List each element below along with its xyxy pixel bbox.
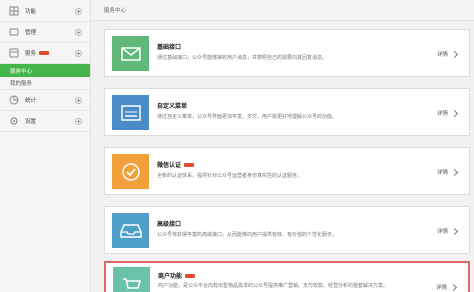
card-thumbnail — [112, 95, 149, 130]
service-card-wechat-verify[interactable]: 微信认证 全新的认证体系，提供针对公众号运营者身份真实性的认证服务。 详情 — [104, 147, 470, 195]
sidebar-item-function[interactable]: 功能 — [0, 1, 90, 22]
card-thumbnail — [112, 154, 149, 189]
chevron-right-icon — [450, 227, 459, 235]
sidebar-item-label: 设置 — [25, 119, 37, 125]
expand-icon[interactable] — [75, 29, 82, 36]
gear-icon — [10, 117, 18, 125]
sidebar-item-label: 统计 — [25, 98, 37, 104]
card-title: 商户功能 — [158, 271, 196, 280]
card-description: 商户功能，是公众平台向有出售物品需求的公众号提供推广营销、支付收款、经营分析的整… — [158, 283, 389, 289]
sidebar-item-manage[interactable]: 管理 — [0, 22, 90, 43]
sidebar: 功能 管理 服务 服务中心 我的服务 统计 设置 — [0, 0, 91, 292]
sidebar-item-label: 服务 — [25, 51, 37, 57]
chevron-right-icon — [450, 168, 459, 176]
card-description: 公众号将获得丰富的高级接口，从而能够向用户提供有效、有价值的个性化服务。 — [157, 232, 338, 238]
new-badge — [39, 51, 50, 55]
sidebar-subitem-my-services[interactable]: 我的服务 — [0, 77, 90, 90]
service-card-advanced-api[interactable]: 高级接口 公众号将获得丰富的高级接口，从而能够向用户提供有效、有价值的个性化服务… — [104, 206, 470, 254]
chart-icon — [9, 95, 19, 105]
card-title: 高级接口 — [157, 221, 182, 228]
breadcrumb: 服务中心 — [92, 0, 474, 21]
card-title: 基础接口 — [157, 44, 182, 51]
details-link[interactable]: 详情 — [437, 50, 459, 58]
card-thumbnail — [112, 36, 149, 71]
cart-icon — [122, 277, 141, 289]
card-description: 全新的认证体系，提供针对公众号运营者身份真实性的认证服务。 — [157, 173, 303, 179]
new-badge — [185, 273, 196, 278]
main-content: 服务中心 基础接口 通过基础接口，公众号能够接收用户消息，并按照自己的需要向其回… — [92, 0, 474, 292]
sidebar-item-label: 管理 — [25, 30, 37, 36]
details-link[interactable]: 详情 — [436, 283, 458, 291]
card-title: 微信认证 — [157, 160, 195, 169]
details-link[interactable]: 详情 — [437, 227, 459, 235]
sidebar-item-statistics[interactable]: 统计 — [0, 90, 90, 111]
expand-icon[interactable] — [75, 118, 82, 125]
check-circle-icon — [121, 162, 140, 181]
sidebar-subitem-service-center[interactable]: 服务中心 — [0, 64, 90, 77]
sidebar-item-service[interactable]: 服务 — [0, 43, 90, 64]
sidebar-item-settings[interactable]: 设置 — [0, 111, 90, 132]
chevron-right-icon — [450, 109, 459, 117]
expand-icon[interactable] — [75, 8, 82, 15]
details-link[interactable]: 详情 — [437, 168, 459, 176]
new-badge — [184, 162, 195, 167]
people-icon — [9, 28, 19, 36]
chevron-right-icon — [449, 283, 458, 291]
sidebar-item-label: 功能 — [25, 9, 37, 15]
service-icon — [9, 48, 19, 58]
inbox-icon — [119, 223, 142, 238]
collapse-icon[interactable] — [75, 50, 82, 57]
mail-icon — [120, 46, 141, 61]
service-card-basic-api[interactable]: 基础接口 通过基础接口，公众号能够接收用户消息，并按照自己的需要向其回复消息。 … — [104, 29, 470, 77]
service-center-page: 功能 管理 服务 服务中心 我的服务 统计 设置 服务中心 基础接口 通过基础接… — [0, 0, 474, 292]
card-description: 通过基础接口，公众号能够接收用户消息，并按照自己的需要向其回复消息。 — [157, 55, 328, 61]
card-thumbnail — [113, 267, 150, 292]
service-card-custom-menu[interactable]: 自定义菜单 通过自定义菜单，公众号界面更加丰富，支付，用户能更好地理解公众号的功… — [104, 88, 470, 136]
chevron-right-icon — [450, 50, 459, 58]
card-description: 通过自定义菜单，公众号界面更加丰富，支付，用户能更好地理解公众号的功能。 — [157, 114, 338, 120]
service-card-merchant[interactable]: 商户功能 商户功能，是公众平台向有出售物品需求的公众号提供推广营销、支付收款、经… — [104, 261, 470, 292]
details-link[interactable]: 详情 — [437, 109, 459, 117]
card-thumbnail — [112, 213, 149, 248]
grid-icon — [9, 6, 19, 16]
card-title: 自定义菜单 — [157, 103, 188, 110]
menu-icon — [120, 104, 141, 121]
expand-icon[interactable] — [75, 97, 82, 104]
